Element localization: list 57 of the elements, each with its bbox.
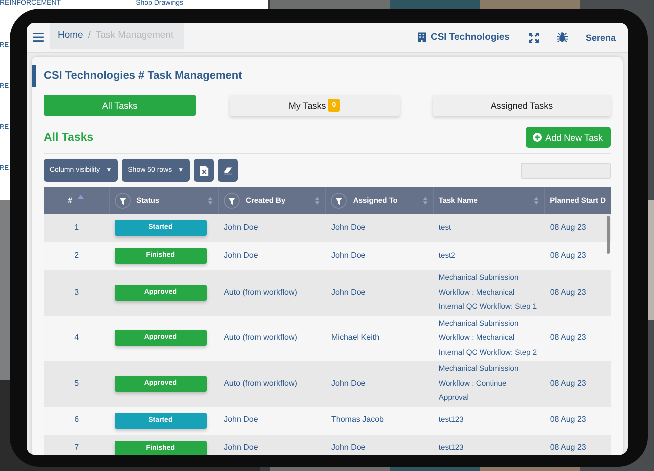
filter-icon[interactable] xyxy=(114,192,131,208)
sort-icon xyxy=(208,196,214,204)
tab[interactable]: Assigned Tasks xyxy=(433,95,611,116)
assignee-name: John Doe xyxy=(332,442,366,454)
menu-icon[interactable] xyxy=(33,33,44,42)
start-date: 08 Aug 23 xyxy=(550,250,586,262)
assignee-name: Thomas Jacob xyxy=(332,414,384,426)
sort-icon xyxy=(422,196,428,204)
start-date: 08 Aug 23 xyxy=(550,286,586,299)
start-date: 08 Aug 23 xyxy=(550,414,586,426)
bug-icon[interactable] xyxy=(556,32,568,43)
plus-icon xyxy=(532,133,542,142)
building-icon xyxy=(418,32,426,43)
creator-name: Auto (from workflow) xyxy=(224,378,298,390)
assignee-name: John Doe xyxy=(332,250,366,262)
row-number: 7 xyxy=(74,442,80,454)
start-date: 08 Aug 23 xyxy=(550,442,586,454)
fullscreen-icon[interactable] xyxy=(528,32,539,42)
assignee-name: John Doe xyxy=(332,286,366,298)
user-name[interactable]: Serena xyxy=(586,32,616,42)
row-number: 6 xyxy=(74,414,80,426)
spreadsheet-file-icon xyxy=(200,166,209,176)
filter-icon[interactable] xyxy=(331,192,348,208)
sort-ascending-icon xyxy=(78,194,84,198)
assignee-name: John Doe xyxy=(332,222,366,234)
assignee-name: John Doe xyxy=(332,378,366,390)
start-date: 08 Aug 23 xyxy=(550,378,586,390)
excel-export-button[interactable] xyxy=(194,159,214,182)
row-number: 4 xyxy=(74,332,80,344)
add-task-button[interactable]: Add New Task xyxy=(526,127,611,148)
filter-icon[interactable] xyxy=(224,192,240,208)
creator-name: John Doe xyxy=(224,442,258,454)
row-number: 2 xyxy=(74,250,80,262)
assignee-name: Michael Keith xyxy=(332,332,380,344)
breadcrumb-separator: / xyxy=(88,30,91,41)
scrollbar[interactable] xyxy=(607,216,610,254)
creator-name: John Doe xyxy=(224,250,258,262)
tab[interactable]: All Tasks xyxy=(44,95,196,116)
creator-name: Auto (from workflow) xyxy=(224,332,298,344)
sort-icon xyxy=(534,196,540,204)
breadcrumb-link[interactable]: Home xyxy=(58,30,84,41)
section-title: All Tasks xyxy=(44,132,94,144)
eraser-icon xyxy=(224,166,233,176)
creator-name: John Doe xyxy=(224,222,258,234)
title-accent-bar xyxy=(32,65,36,87)
row-number: 3 xyxy=(74,286,80,298)
company-name[interactable]: CSI Technologies xyxy=(430,32,510,43)
search-field[interactable] xyxy=(521,162,611,178)
clear-filters-button[interactable] xyxy=(218,159,238,182)
row-number: 1 xyxy=(74,222,80,234)
creator-name: Auto (from workflow) xyxy=(224,286,298,299)
start-date: 08 Aug 23 xyxy=(550,332,586,344)
creator-name: John Doe xyxy=(224,414,258,426)
row-number: 5 xyxy=(74,378,80,390)
page-title: CSI Technologies # Task Management xyxy=(44,70,242,82)
sort-icon xyxy=(315,196,320,204)
start-date: 08 Aug 23 xyxy=(550,222,586,234)
